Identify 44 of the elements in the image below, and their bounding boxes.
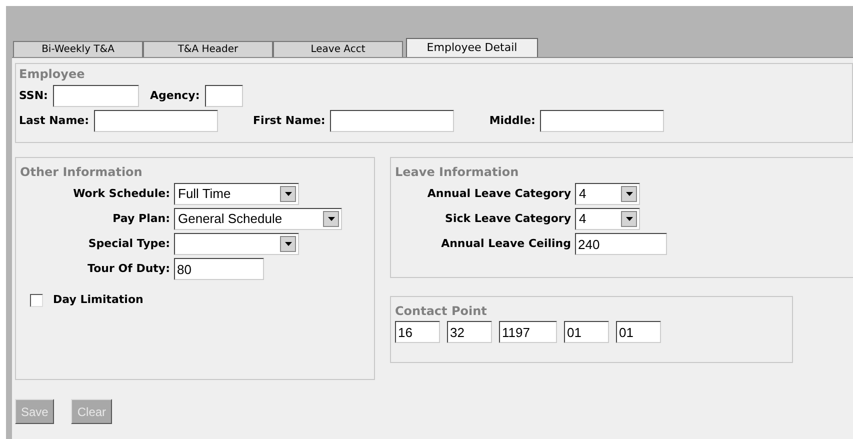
field-label: Annual Leave Category [427, 186, 571, 202]
caret-icon [621, 211, 637, 227]
input-field[interactable] [204, 85, 243, 107]
section-title: Contact Point [395, 303, 488, 319]
tab[interactable]: Employee Detail [406, 38, 538, 57]
caret-icon [323, 211, 339, 227]
input-field[interactable]: 01 [616, 321, 661, 343]
input-field[interactable]: 1197 [499, 321, 557, 343]
input-field[interactable]: 32 [447, 321, 492, 343]
field-label: Day Limitation [53, 292, 144, 308]
input-field[interactable]: 240 [575, 233, 667, 255]
field-label: Special Type: [88, 236, 170, 252]
field-label: SSN: [19, 88, 48, 104]
field-label: Middle: [489, 112, 536, 129]
input-field[interactable] [540, 110, 664, 132]
field-label: Tour Of Duty: [88, 260, 170, 277]
dropdown[interactable]: General Schedule [174, 208, 342, 230]
checkbox[interactable] [30, 294, 43, 307]
field-label: Work Schedule: [73, 186, 170, 202]
input-field[interactable]: 16 [395, 321, 440, 343]
caret-icon [280, 236, 296, 252]
dropdown[interactable] [174, 233, 299, 255]
tab[interactable]: Bi-Weekly T&A [13, 41, 143, 57]
field-label: Annual Leave Ceiling [441, 236, 571, 252]
field-label: Sick Leave Category [445, 210, 571, 227]
input-field[interactable] [330, 110, 454, 132]
field-label: Pay Plan: [112, 210, 170, 227]
tab[interactable]: Leave Acct [273, 41, 403, 57]
tab[interactable]: T&A Header [143, 41, 273, 57]
dropdown[interactable]: 4 [575, 183, 640, 205]
section-title: Other Information [20, 164, 144, 180]
input-field[interactable] [94, 110, 218, 132]
dropdown[interactable]: Full Time [174, 183, 299, 205]
field-label: Last Name: [19, 112, 90, 129]
input-field[interactable]: 80 [174, 258, 264, 280]
input-field[interactable] [52, 85, 139, 107]
caret-icon [621, 186, 637, 202]
section-title: Employee [19, 66, 86, 82]
caret-icon [280, 186, 296, 202]
section-title: Leave Information [395, 164, 520, 180]
field-label: First Name: [253, 112, 326, 129]
dropdown[interactable]: 4 [575, 208, 640, 230]
input-field[interactable]: 01 [564, 321, 609, 343]
field-label: Agency: [150, 88, 200, 104]
